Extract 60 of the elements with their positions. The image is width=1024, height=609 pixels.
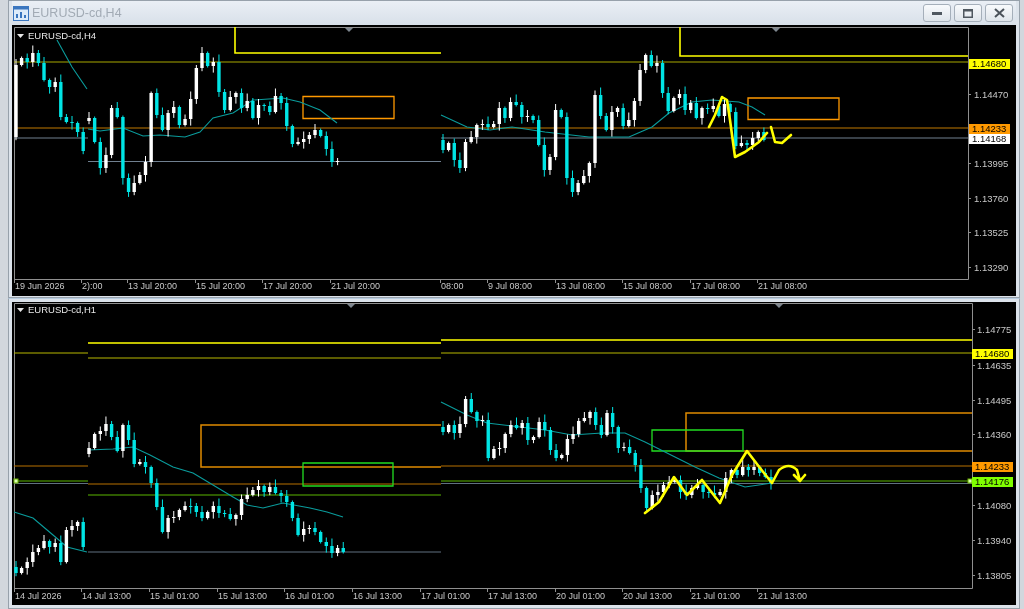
maximize-icon [963, 8, 973, 18]
time-axis-label: 15 Jul 20:00 [196, 281, 246, 292]
price-axis-label: 1.13525 [974, 226, 1009, 238]
triangle-marker-icon [345, 28, 353, 32]
price-axis-label: 1.14470 [974, 88, 1009, 100]
time-axis-label: 16 Jul 13:00 [353, 591, 403, 602]
price-axis-label: 1.13995 [974, 157, 1009, 169]
time-axis-label: 14 Jul 13:00 [82, 591, 132, 602]
price-axis-label: 1.13760 [974, 192, 1009, 204]
window-title: EURUSD-cd,H4 [32, 6, 122, 20]
time-axis-label: 17 Jul 13:00 [488, 591, 538, 602]
minimize-icon [932, 11, 942, 15]
time-axis-label: 20 Jul 01:00 [556, 591, 606, 602]
price-axis-label: 1.13290 [974, 261, 1009, 273]
price-axis-label: 1.13940 [977, 534, 1012, 546]
chart-symbol-label: EURUSD-cd,H4 [28, 30, 97, 41]
time-axis-label: 16 Jul 01:00 [285, 591, 335, 602]
minimize-button[interactable] [923, 4, 951, 22]
price-axis-label: 1.13805 [977, 569, 1012, 581]
time-axis-label: 15 Jul 13:00 [218, 591, 268, 602]
time-axis-label: 21 Jul 13:00 [758, 591, 808, 602]
caret-icon[interactable] [17, 33, 24, 38]
time-axis-label: 14 Jul 2026 [15, 591, 62, 602]
time-axis-label: 21 Jul 08:00 [758, 281, 808, 292]
caret-icon[interactable] [17, 307, 24, 312]
price-tag: 1.14233 [972, 462, 1013, 472]
price-axis-label: 1.14080 [977, 499, 1012, 511]
time-axis-label: 20 Jul 13:00 [623, 591, 673, 602]
maximize-button[interactable] [954, 4, 982, 22]
price-axis-label: 1.14775 [977, 323, 1012, 335]
time-axis-label: 9 Jul 08:00 [488, 281, 533, 292]
chart-symbol-label: EURUSD-cd,H1 [28, 304, 97, 315]
time-axis-label: 17 Jul 20:00 [263, 281, 313, 292]
time-axis-label: 17 Jul 08:00 [691, 281, 741, 292]
price-tag: 1.14168 [969, 134, 1010, 144]
triangle-marker-icon [347, 304, 355, 308]
price-tag: 1.14176 [972, 477, 1013, 487]
time-axis-label: 21 Jul 01:00 [691, 591, 741, 602]
triangle-marker-icon [772, 28, 780, 32]
price-axis-label: 1.14495 [977, 394, 1012, 406]
price-tag: 1.14233 [969, 124, 1010, 134]
price-tag: 1.14680 [972, 349, 1013, 359]
time-axis-label: 15 Jul 01:00 [150, 591, 200, 602]
time-axis-label: 19 Jun 2026 [15, 281, 65, 292]
close-icon [993, 8, 1005, 18]
chart-window-icon[interactable] [13, 5, 29, 21]
price-axis-label: 1.14360 [977, 428, 1012, 440]
time-axis-label: 13 Jul 08:00 [556, 281, 606, 292]
time-axis-label: 08:00 [441, 281, 464, 292]
price-tag: 1.14680 [969, 59, 1010, 69]
time-axis-label: 17 Jul 01:00 [421, 591, 471, 602]
time-axis-label: 2):00 [82, 281, 103, 292]
time-axis-label: 13 Jul 20:00 [128, 281, 178, 292]
time-axis-label: 21 Jul 20:00 [331, 281, 381, 292]
time-axis-label: 15 Jul 08:00 [623, 281, 673, 292]
line-handle-icon[interactable] [13, 478, 19, 484]
line-handle-icon[interactable] [967, 478, 973, 484]
close-button[interactable] [985, 4, 1013, 22]
triangle-marker-icon [775, 304, 783, 308]
price-axis-label: 1.14635 [977, 359, 1012, 371]
